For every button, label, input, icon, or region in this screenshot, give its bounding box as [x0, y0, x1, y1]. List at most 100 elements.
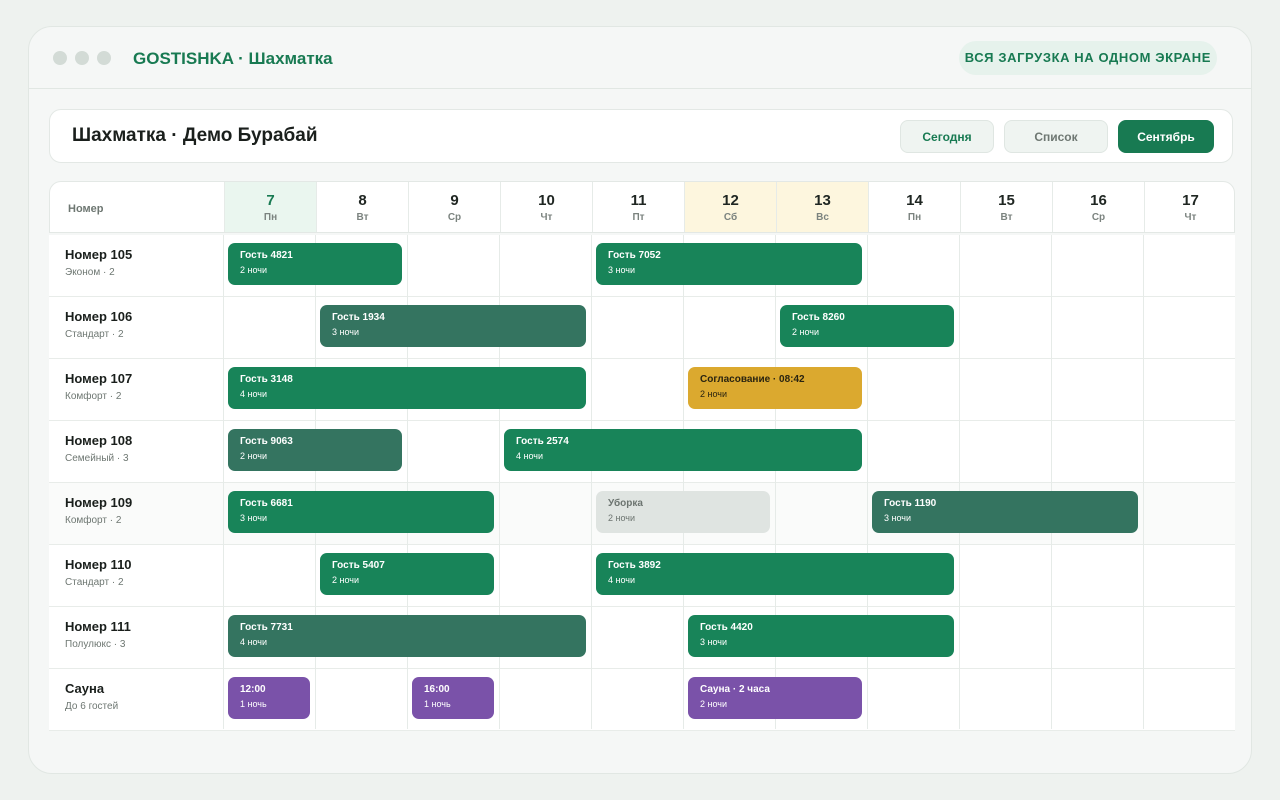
booking-title: Гость 1934	[332, 312, 385, 323]
booking-duration: 2 ночи	[332, 575, 359, 585]
booking-block[interactable]: Гость 7052 3 ночи	[596, 243, 862, 285]
day-header[interactable]: 8 Вт	[316, 182, 408, 232]
booking-title: Гость 4821	[240, 250, 293, 261]
room-category: До 6 гостей	[65, 701, 119, 712]
booking-title: 16:00	[424, 684, 450, 695]
day-number: 12	[722, 192, 739, 209]
room-category: Комфорт · 2	[65, 391, 122, 402]
booking-block[interactable]: Сауна · 2 часа 2 ночи	[688, 677, 862, 719]
list-button[interactable]: Список	[1004, 120, 1108, 153]
room-name[interactable]: Номер 107	[65, 371, 132, 386]
day-weekday: Ср	[447, 212, 462, 223]
today-button[interactable]: Сегодня	[900, 120, 994, 153]
day-number: 7	[266, 192, 275, 209]
booking-title: Гость 1190	[884, 498, 937, 509]
room-row: Сауна До 6 гостей	[49, 669, 1235, 731]
room-name[interactable]: Сауна	[65, 681, 104, 696]
room-name[interactable]: Номер 111	[65, 619, 131, 634]
day-weekday: Пн	[907, 212, 922, 223]
booking-duration: 2 ночи	[240, 265, 267, 275]
grid-divider	[591, 235, 592, 729]
day-weekday: Пт	[632, 212, 645, 223]
booking-block[interactable]: Гость 5407 2 ночи	[320, 553, 494, 595]
window-dot-icon[interactable]	[53, 51, 67, 65]
room-row: Номер 106 Стандарт · 2	[49, 297, 1235, 359]
booking-title: Гость 3892	[608, 560, 661, 571]
day-header[interactable]: 16 Ср	[1052, 182, 1144, 232]
grid-divider	[683, 235, 684, 729]
booking-title: Гость 8260	[792, 312, 845, 323]
grid-divider	[1051, 235, 1052, 729]
grid-divider	[223, 235, 224, 729]
booking-block[interactable]: 12:00 1 ночь	[228, 677, 310, 719]
day-header[interactable]: 13 Вс	[776, 182, 868, 232]
toolbar: Шахматка · Демо Бурабай Сегодня Список С…	[49, 109, 1233, 163]
grid-divider	[1143, 235, 1144, 729]
day-header[interactable]: 7 Пн	[224, 182, 316, 232]
booking-block[interactable]: Гость 6681 3 ночи	[228, 491, 494, 533]
room-category: Комфорт · 2	[65, 515, 122, 526]
day-number: 13	[814, 192, 831, 209]
booking-title: Гость 6681	[240, 498, 293, 509]
day-header[interactable]: 10 Чт	[500, 182, 592, 232]
day-header[interactable]: 17 Чт	[1144, 182, 1234, 232]
tagline-badge: ВСЯ ЗАГРУЗКА НА ОДНОМ ЭКРАНЕ	[958, 41, 1217, 75]
booking-title: Согласование · 08:42	[700, 374, 805, 385]
day-header[interactable]: 12 Сб	[684, 182, 776, 232]
window-dot-icon[interactable]	[75, 51, 89, 65]
booking-title: Гость 9063	[240, 436, 293, 447]
room-name[interactable]: Номер 108	[65, 433, 132, 448]
booking-duration: 3 ночи	[240, 513, 267, 523]
day-header[interactable]: 14 Пн	[868, 182, 960, 232]
booking-duration: 4 ночи	[240, 637, 267, 647]
day-weekday: Чт	[540, 212, 553, 223]
booking-duration: 3 ночи	[884, 513, 911, 523]
day-header[interactable]: 11 Пт	[592, 182, 684, 232]
booking-block[interactable]: Гость 1190 3 ночи	[872, 491, 1138, 533]
day-weekday: Ср	[1091, 212, 1106, 223]
booking-block[interactable]: Гость 4821 2 ночи	[228, 243, 402, 285]
page-title: Шахматка · Демо Бурабай	[72, 125, 318, 146]
window-dot-icon[interactable]	[97, 51, 111, 65]
day-header[interactable]: 15 Вт	[960, 182, 1052, 232]
room-column-header: Номер	[68, 203, 104, 215]
room-category: Эконом · 2	[65, 267, 115, 278]
grid-body: Номер 105 Эконом · 2 Номер 106 Стандарт · 2…	[49, 235, 1235, 731]
day-number: 11	[630, 192, 647, 209]
booking-duration: 2 ночи	[608, 513, 635, 523]
day-header[interactable]: 9 Ср	[408, 182, 500, 232]
booking-block[interactable]: Гость 8260 2 ночи	[780, 305, 954, 347]
booking-duration: 1 ночь	[240, 699, 267, 709]
booking-block[interactable]: Гость 7731 4 ночи	[228, 615, 586, 657]
day-weekday: Чт	[1184, 212, 1197, 223]
booking-block[interactable]: Гость 4420 3 ночи	[688, 615, 954, 657]
booking-block[interactable]: Гость 3148 4 ночи	[228, 367, 586, 409]
day-number: 14	[906, 192, 923, 209]
day-weekday: Вт	[356, 212, 369, 223]
booking-block[interactable]: Согласование · 08:42 2 ночи	[688, 367, 862, 409]
booking-duration: 3 ночи	[608, 265, 635, 275]
booking-title: Сауна · 2 часа	[700, 684, 770, 695]
app-title: GOSTISHKA · Шахматка	[133, 49, 333, 68]
booking-block[interactable]: Гость 3892 4 ночи	[596, 553, 954, 595]
booking-duration: 3 ночи	[332, 327, 359, 337]
month-button[interactable]: Сентябрь	[1118, 120, 1214, 153]
booking-duration: 2 ночи	[792, 327, 819, 337]
booking-block[interactable]: Уборка 2 ночи	[596, 491, 770, 533]
room-name[interactable]: Номер 109	[65, 495, 132, 510]
booking-block[interactable]: Гость 9063 2 ночи	[228, 429, 402, 471]
room-name[interactable]: Номер 110	[65, 557, 132, 572]
booking-grid: Номер 7 Пн 8 Вт 9 Ср 10 Чт 11 Пт 12 Сб 13 Вс 14 Пн 15 Вт 1…	[49, 181, 1235, 731]
booking-title: Гость 4420	[700, 622, 753, 633]
booking-title: 12:00	[240, 684, 266, 695]
day-weekday: Вс	[816, 212, 829, 223]
room-name[interactable]: Номер 106	[65, 309, 132, 324]
room-row: Номер 107 Комфорт · 2	[49, 359, 1235, 421]
booking-block[interactable]: Гость 2574 4 ночи	[504, 429, 862, 471]
booking-block[interactable]: 16:00 1 ночь	[412, 677, 494, 719]
booking-title: Гость 7731	[240, 622, 293, 633]
booking-duration: 4 ночи	[516, 451, 543, 461]
room-name[interactable]: Номер 105	[65, 247, 132, 262]
booking-block[interactable]: Гость 1934 3 ночи	[320, 305, 586, 347]
day-number: 17	[1182, 192, 1199, 209]
